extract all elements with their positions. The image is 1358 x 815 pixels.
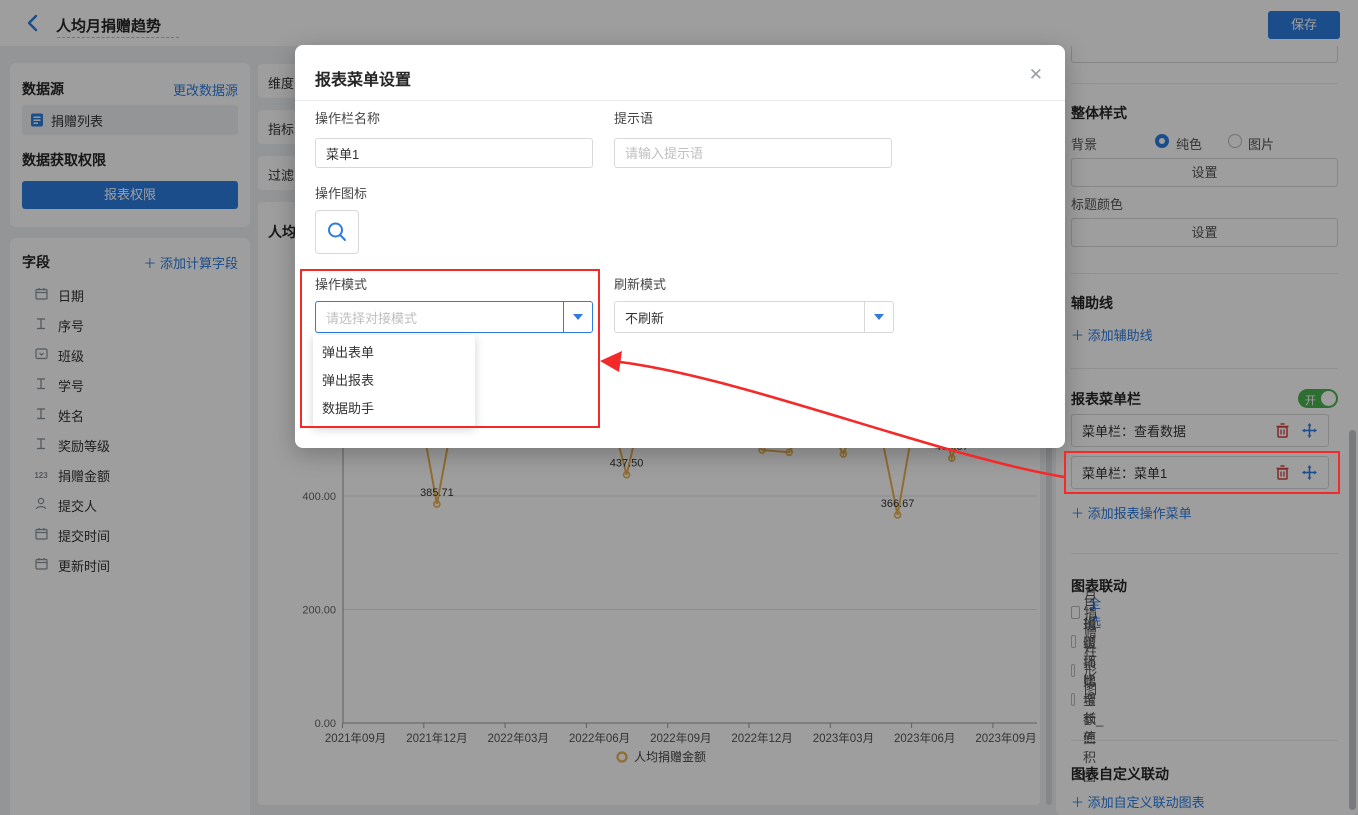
action-icon-label: 操作图标 bbox=[315, 183, 367, 202]
dropdown-option-1[interactable]: 弹出表单 bbox=[313, 339, 475, 367]
refresh-mode-select[interactable]: 不刷新 bbox=[614, 301, 894, 333]
refresh-mode-label: 刷新模式 bbox=[614, 274, 666, 293]
chevron-down-icon bbox=[573, 314, 583, 320]
report-menu-settings-dialog: 报表菜单设置 ✕ 操作栏名称 提示语 操作图标 操作模式 请选择对接模式 弹出表… bbox=[295, 45, 1065, 448]
dropdown-option-3[interactable]: 数据助手 bbox=[313, 395, 475, 423]
action-mode-select[interactable]: 请选择对接模式 bbox=[315, 301, 593, 333]
action-name-label: 操作栏名称 bbox=[315, 108, 380, 127]
action-mode-label: 操作模式 bbox=[315, 274, 367, 293]
search-icon bbox=[326, 221, 348, 243]
app-root: 人均月捐赠趋势 保存 数据源 更改数据源 捐赠列表 数据获取权限 报表权限 字段… bbox=[0, 0, 1358, 815]
action-icon-button[interactable] bbox=[315, 210, 359, 254]
dialog-header-divider bbox=[295, 100, 1065, 101]
tip-input[interactable] bbox=[614, 138, 892, 168]
action-name-input[interactable] bbox=[315, 138, 593, 168]
action-mode-placeholder: 请选择对接模式 bbox=[316, 308, 563, 327]
close-icon[interactable]: ✕ bbox=[1029, 65, 1043, 85]
action-mode-dropdown: 弹出表单弹出报表数据助手 bbox=[313, 335, 475, 427]
refresh-mode-value: 不刷新 bbox=[615, 308, 864, 327]
select-arrow-zone[interactable] bbox=[864, 302, 893, 332]
dropdown-option-2[interactable]: 弹出报表 bbox=[313, 367, 475, 395]
select-arrow-zone[interactable] bbox=[563, 302, 592, 332]
tip-label: 提示语 bbox=[614, 108, 653, 127]
chevron-down-icon bbox=[874, 314, 884, 320]
dialog-title: 报表菜单设置 bbox=[315, 66, 411, 90]
